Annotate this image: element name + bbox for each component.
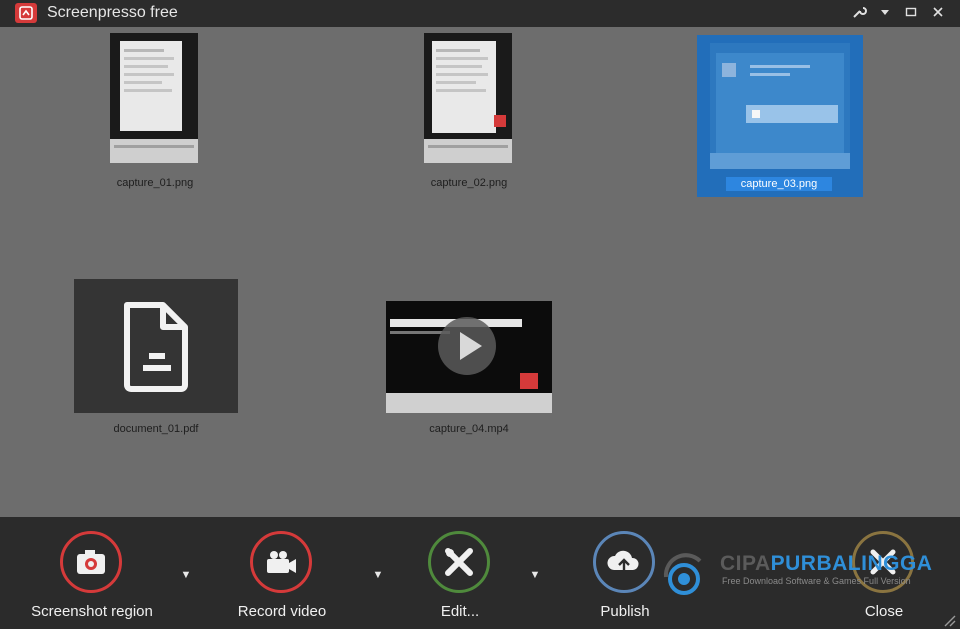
publish-button[interactable]: Publish: [555, 531, 695, 626]
gallery-item[interactable]: capture_04.mp4: [386, 301, 552, 461]
close-x-icon: [852, 531, 914, 593]
record-video-label: Record video: [237, 603, 327, 620]
record-video-button[interactable]: Record video: [212, 531, 352, 626]
resize-grip-icon[interactable]: [942, 613, 956, 627]
file-name: capture_01.png: [116, 177, 194, 189]
gallery-item[interactable]: capture_01.png: [110, 33, 200, 193]
image-thumbnail: [424, 33, 512, 163]
maximize-icon[interactable]: [902, 4, 920, 22]
capture-gallery: capture_01.png capture_02.png capture_03…: [0, 27, 960, 517]
edit-tools-icon: [428, 531, 490, 593]
close-label: Close: [864, 603, 904, 620]
window-title: Screenpresso free: [47, 4, 178, 21]
menu-dropdown-icon[interactable]: [876, 4, 894, 22]
file-name: capture_04.mp4: [429, 423, 509, 435]
image-thumbnail: [710, 43, 850, 169]
file-name: document_01.pdf: [113, 423, 199, 435]
cloud-upload-icon: [593, 531, 655, 593]
gallery-item[interactable]: document_01.pdf: [74, 279, 238, 439]
edit-button[interactable]: Edit...: [390, 531, 530, 626]
close-window-icon[interactable]: [929, 4, 947, 22]
title-bar: Screenpresso free: [0, 0, 960, 27]
edit-label: Edit...: [440, 603, 480, 620]
close-button[interactable]: Close: [814, 531, 954, 626]
app-logo-icon: [15, 3, 37, 23]
bottom-toolbar: Screenshot region ▼ Record video ▼ Edit.…: [0, 517, 960, 629]
selected-gallery-item[interactable]: [697, 35, 863, 197]
publish-label: Publish: [600, 603, 650, 620]
selected-file-name: capture_03.png: [726, 177, 832, 191]
screenpresso-window: Screenpresso free capture_01.png capture…: [0, 0, 960, 629]
document-icon: [124, 302, 188, 392]
screenshot-region-button[interactable]: Screenshot region: [22, 531, 162, 626]
gallery-item[interactable]: capture_02.png: [424, 33, 514, 193]
settings-wrench-icon[interactable]: [850, 4, 868, 22]
file-name: capture_02.png: [430, 177, 508, 189]
document-thumbnail: [74, 279, 238, 413]
play-icon[interactable]: [436, 315, 498, 377]
video-camera-icon: [250, 531, 312, 593]
screenshot-dropdown-icon[interactable]: ▼: [178, 567, 194, 583]
image-thumbnail: [110, 33, 198, 163]
record-dropdown-icon[interactable]: ▼: [370, 567, 386, 583]
camera-icon: [60, 531, 122, 593]
edit-dropdown-icon[interactable]: ▼: [527, 567, 543, 583]
screenshot-region-label: Screenshot region: [31, 603, 153, 620]
